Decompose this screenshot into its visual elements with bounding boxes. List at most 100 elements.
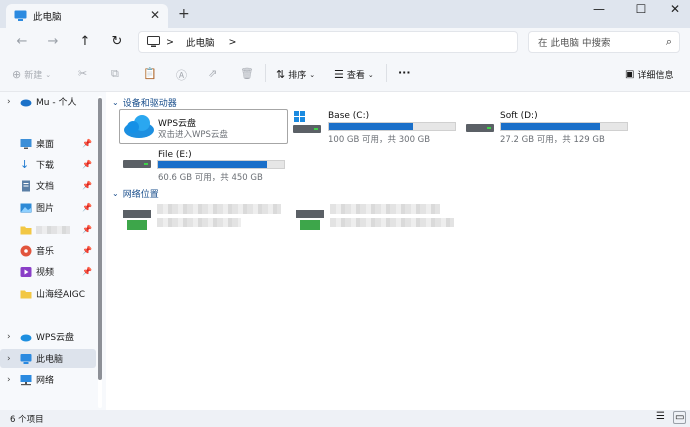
close-tab-button[interactable]: ✕ [150, 8, 160, 22]
sidebar-item-wps-cloud[interactable]: › WPS云盘 [0, 327, 100, 346]
blurred-network-name [157, 204, 281, 214]
sidebar-item-documents[interactable]: 文档 📌 [0, 176, 100, 195]
item-count: 6 个项目 [10, 414, 44, 425]
refresh-icon[interactable]: ↻ [107, 34, 127, 49]
drive-name: Soft (D:) [500, 111, 538, 121]
chevron-down-icon: ⌄ [112, 189, 119, 198]
minimize-button[interactable]: — [584, 2, 614, 16]
address-bar[interactable]: > 此电脑 > [138, 31, 518, 53]
blurred-network-detail [157, 218, 241, 227]
sidebar-item-blurred-folder[interactable]: 📌 [0, 220, 100, 239]
video-icon [20, 266, 32, 277]
pin-icon: 📌 [82, 203, 92, 212]
section-title: 设备和驱动器 [122, 99, 177, 109]
sort-button[interactable]: ⇅ 排序 ⌄ [276, 68, 315, 81]
drive-usage-fill [501, 123, 601, 130]
sidebar-item-network[interactable]: › 网络 [0, 370, 100, 389]
music-icon [20, 245, 32, 256]
pin-icon: 📌 [82, 225, 92, 234]
details-view-icon[interactable]: ☰ [656, 411, 665, 422]
new-button[interactable]: ⊕ 新建 ⌄ [12, 68, 51, 81]
network-icon [20, 374, 32, 385]
details-label: 详细信息 [637, 71, 674, 81]
toolbar-divider [265, 64, 266, 82]
chevron-down-icon: ⌄ [45, 70, 52, 79]
details-pane-button[interactable]: ▣ 详细信息 [625, 68, 673, 81]
blurred-network-detail [330, 218, 454, 227]
sidebar-item-label: 文档 [36, 182, 55, 192]
new-tab-button[interactable]: + [178, 6, 190, 22]
network-location-1[interactable] [119, 200, 289, 236]
sidebar-item-label: 下载 [36, 161, 55, 171]
sidebar-scrollbar-thumb[interactable] [98, 98, 102, 380]
tab-this-pc[interactable]: 此电脑 ✕ [6, 4, 168, 28]
breadcrumb-this-pc[interactable]: 此电脑 [186, 35, 215, 49]
sort-label: 排序 [288, 71, 307, 81]
drive-subtitle: 27.2 GB 可用，共 129 GB [500, 135, 605, 145]
add-circle-icon: ⊕ [12, 68, 22, 81]
cloud-icon [20, 334, 32, 341]
search-icon[interactable]: ⌕ [666, 35, 672, 49]
share-icon[interactable]: ⇗ [208, 67, 217, 80]
paste-icon[interactable]: 📋 [143, 67, 157, 80]
delete-icon[interactable]: 🗑 [240, 67, 254, 80]
breadcrumb-separator[interactable]: > [166, 37, 174, 48]
computer-icon [20, 353, 32, 364]
tab-label: 此电脑 [33, 12, 62, 23]
sidebar-item-shanhaijing[interactable]: 山海经AIGC [0, 284, 100, 303]
search-input[interactable]: 在 此电脑 中搜索 ⌕ [528, 31, 680, 53]
new-label: 新建 [24, 71, 43, 81]
sidebar-item-pictures[interactable]: 图片 📌 [0, 198, 100, 217]
sidebar-item-label: 网络 [36, 376, 55, 386]
drive-subtitle: 100 GB 可用，共 300 GB [328, 135, 431, 145]
pin-icon: 📌 [82, 246, 92, 255]
more-options-button[interactable]: ··· [398, 66, 411, 79]
pin-icon: 📌 [82, 181, 92, 190]
view-button[interactable]: ☰ 查看 ⌄ [334, 68, 374, 81]
cloud-icon [20, 99, 32, 106]
network-drive-icon [123, 210, 151, 218]
tiles-view-icon[interactable]: ▭ [673, 411, 687, 424]
close-window-button[interactable]: ✕ [660, 2, 690, 16]
forward-arrow-icon[interactable]: → [43, 34, 63, 49]
network-location-2[interactable] [292, 200, 462, 236]
pin-icon: 📌 [82, 160, 92, 169]
chevron-right-icon[interactable]: › [7, 97, 17, 107]
toolbar-divider [386, 64, 387, 82]
details-icon: ▣ [625, 69, 635, 80]
sidebar-item-label: 音乐 [36, 247, 55, 257]
breadcrumb-separator[interactable]: > [228, 37, 236, 48]
sidebar-item-music[interactable]: 音乐 📌 [0, 241, 100, 260]
view-icon: ☰ [334, 68, 344, 81]
drive-usage-fill [329, 123, 414, 130]
up-arrow-icon[interactable]: ↑ [75, 34, 95, 49]
sidebar-item-label: 图片 [36, 204, 55, 214]
folder-icon [20, 226, 32, 234]
sidebar-item-label: 桌面 [36, 140, 55, 150]
sidebar-item-label: Mu - 个人 [36, 98, 77, 108]
sort-icon: ⇅ [276, 68, 286, 81]
back-arrow-icon[interactable]: ← [12, 34, 32, 49]
sidebar-item-downloads[interactable]: ↓ 下载 📌 [0, 155, 100, 174]
chevron-right-icon[interactable]: › [7, 332, 17, 342]
sidebar-item-onedrive[interactable]: › Mu - 个人 [0, 92, 100, 111]
sidebar-item-desktop[interactable]: 桌面 📌 [0, 134, 100, 153]
rename-icon[interactable]: Ⓐ [176, 67, 187, 83]
section-devices-header[interactable]: ⌄ 设备和驱动器 [112, 96, 177, 109]
sidebar-item-this-pc[interactable]: › 此电脑 [0, 349, 96, 368]
section-network-header[interactable]: ⌄ 网络位置 [112, 187, 159, 200]
pin-icon: 📌 [82, 139, 92, 148]
sidebar-item-videos[interactable]: 视频 📌 [0, 262, 100, 281]
sidebar-item-label: 山海经AIGC [36, 290, 86, 300]
chevron-right-icon[interactable]: › [7, 375, 17, 385]
download-icon: ↓ [20, 157, 30, 171]
copy-icon[interactable]: ⧉ [111, 67, 119, 81]
hard-drive-icon [466, 124, 494, 132]
wps-cloud-icon [124, 115, 154, 138]
pictures-icon [20, 203, 32, 212]
chevron-right-icon[interactable]: › [7, 354, 17, 364]
section-title: 网络位置 [122, 190, 159, 200]
cut-icon[interactable]: ✂ [78, 67, 87, 80]
maximize-button[interactable]: ☐ [626, 2, 656, 16]
chevron-down-icon: ⌄ [309, 70, 316, 79]
